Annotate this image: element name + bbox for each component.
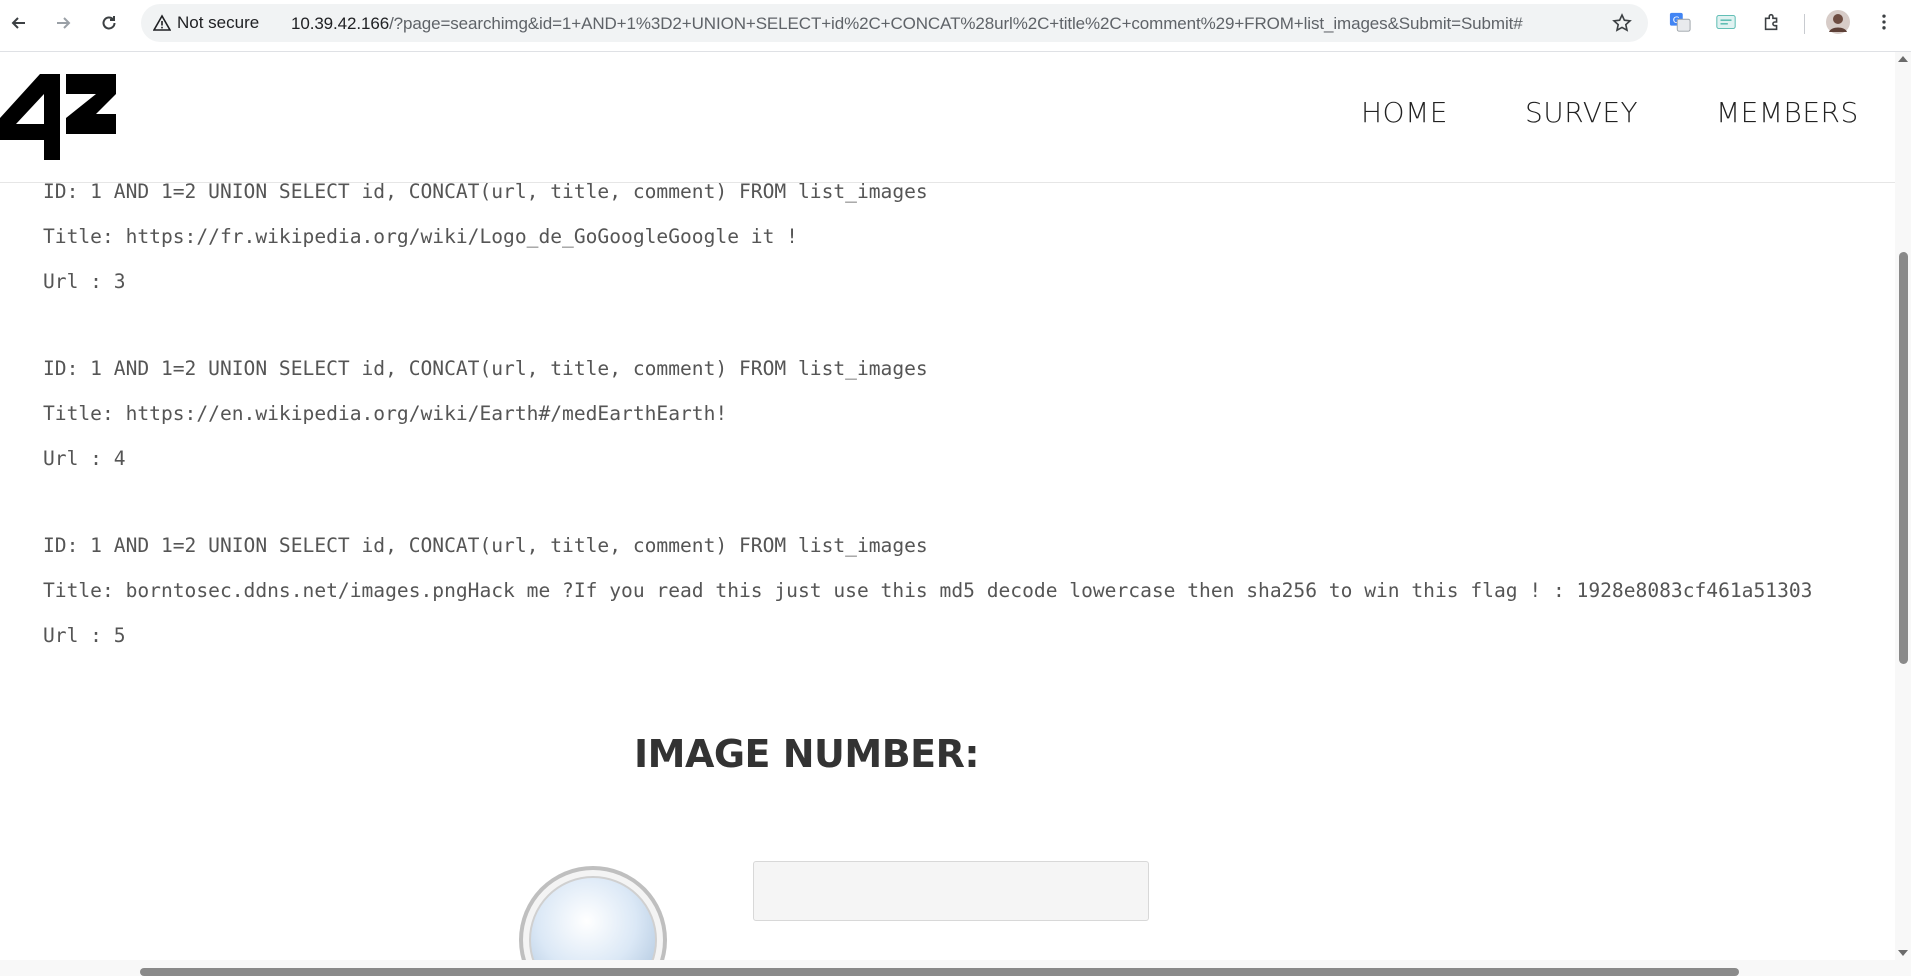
back-icon [11,17,25,29]
result-id: ID: 1 AND 1=2 UNION SELECT id, CONCAT(ur… [43,180,928,203]
translate-extension-icon[interactable]: G [1668,10,1692,34]
result-id: ID: 1 AND 1=2 UNION SELECT id, CONCAT(ur… [43,534,928,557]
horizontal-scrollbar-thumb[interactable] [140,968,1739,976]
nav-home[interactable]: HOME [1361,96,1448,129]
result-url: Url : 4 [43,447,126,470]
logo-42[interactable] [0,74,116,160]
url-text[interactable]: 10.39.42.166/?page=searchimg&id=1+AND+1%… [291,14,1523,34]
image-number-input[interactable] [753,861,1149,921]
result-item: ID: 1 AND 1=2 UNION SELECT id, CONCAT(ur… [43,534,1895,669]
security-label: Not secure [177,13,260,32]
menu-dots-icon[interactable] [1872,10,1896,34]
forward-icon [57,17,71,29]
star-icon[interactable] [1612,13,1632,33]
result-id: ID: 1 AND 1=2 UNION SELECT id, CONCAT(ur… [43,357,928,380]
scroll-down-arrow[interactable] [1898,950,1908,956]
browser-toolbar: Not secure 10.39.42.166/?page=searchimg&… [0,0,1911,52]
result-url: Url : 5 [43,624,126,647]
site-header: HOME SURVEY MEMBERS [0,52,1895,183]
result-item: ID: 1 AND 1=2 UNION SELECT id, CONCAT(ur… [43,357,1895,492]
forward-button[interactable] [48,8,78,38]
security-indicator[interactable]: Not secure [153,13,259,33]
address-bar[interactable]: Not secure 10.39.42.166/?page=searchimg&… [141,4,1648,42]
reload-button[interactable] [94,8,124,38]
puzzle-icon[interactable] [1760,10,1784,34]
search-results: ID: 1 AND 1=2 UNION SELECT id, CONCAT(ur… [43,180,1895,711]
vertical-scrollbar-thumb[interactable] [1899,252,1908,664]
scroll-up-arrow[interactable] [1898,56,1908,62]
back-button[interactable] [4,8,34,38]
url-path: /?page=searchimg&id=1+AND+1%3D2+UNION+SE… [389,14,1523,33]
result-title: Title: borntosec.ddns.net/images.pngHack… [43,579,1813,602]
result-title: Title: https://en.wikipedia.org/wiki/Ear… [43,402,728,425]
image-number-heading: IMAGE NUMBER: [634,732,980,776]
url-host: 10.39.42.166 [291,14,390,33]
nav-members[interactable]: MEMBERS [1716,96,1859,129]
warning-icon [153,14,171,31]
nav-survey[interactable]: SURVEY [1525,96,1638,129]
reload-icon [102,16,116,30]
profile-avatar[interactable] [1826,10,1850,34]
result-url: Url : 3 [43,270,126,293]
extension-icon[interactable] [1714,10,1738,34]
toolbar-divider [1804,14,1805,34]
result-title: Title: https://fr.wikipedia.org/wiki/Log… [43,225,798,248]
magnifier-icon[interactable] [516,862,671,976]
result-item: ID: 1 AND 1=2 UNION SELECT id, CONCAT(ur… [43,180,1895,315]
